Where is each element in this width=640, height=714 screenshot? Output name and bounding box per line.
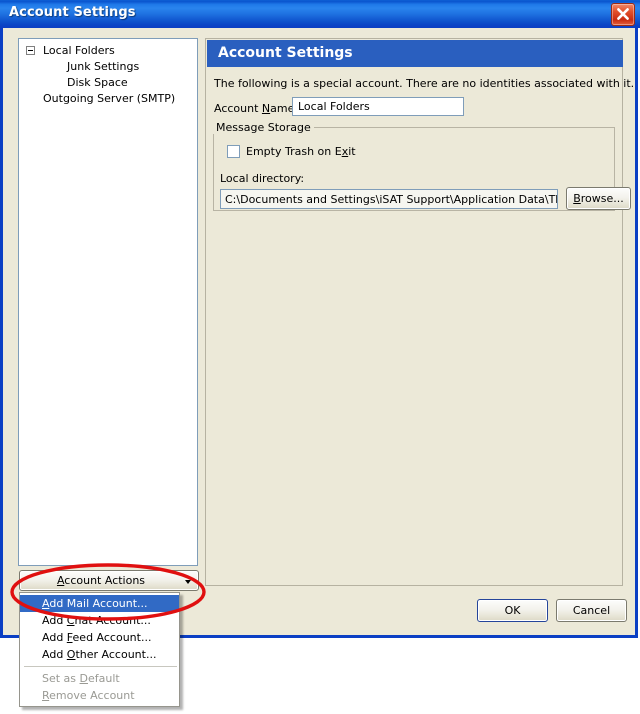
account-tree-list: Local Folders Junk Settings Disk Space O… [19, 39, 197, 107]
window-title: Account Settings [9, 5, 136, 20]
collapse-icon[interactable] [26, 46, 35, 55]
menu-item-add-other-account[interactable]: Add Other Account... [20, 646, 179, 663]
close-button[interactable] [611, 3, 635, 26]
window-titlebar[interactable]: Account Settings [0, 0, 640, 28]
tree-item-label: Junk Settings [67, 60, 140, 73]
accel-char: F [66, 631, 73, 644]
account-tree-panel[interactable]: Local Folders Junk Settings Disk Space O… [18, 38, 198, 566]
tree-item-outgoing-server-smtp[interactable]: Outgoing Server (SMTP) [19, 91, 197, 107]
accel-char: A [56, 574, 65, 587]
accel-char: R [42, 689, 50, 702]
cancel-button[interactable]: Cancel [556, 599, 627, 622]
ok-button[interactable]: OK [477, 599, 548, 622]
message-storage-legend: Message Storage [213, 121, 314, 134]
accel-char: D [79, 672, 89, 685]
tree-item-junk-settings[interactable]: Junk Settings [19, 59, 197, 75]
local-directory-label: Local directory: [220, 172, 305, 185]
close-icon [617, 8, 629, 20]
panel-title: Account Settings [207, 40, 623, 67]
tree-item-label: Local Folders [43, 44, 115, 57]
panel-description: The following is a special account. Ther… [214, 77, 635, 90]
browse-button[interactable]: Browse... [566, 187, 631, 210]
tree-item-label: Disk Space [67, 76, 128, 89]
account-actions-menu[interactable]: Add Mail Account... Add Chat Account... … [19, 592, 180, 707]
accel-char: x [341, 145, 349, 158]
account-settings-dialog: Local Folders Junk Settings Disk Space O… [0, 0, 638, 638]
empty-trash-on-exit-checkbox[interactable] [227, 145, 240, 158]
menu-item-set-as-default: Set as Default [42, 672, 120, 685]
accel-char: N [261, 102, 271, 115]
menu-item-add-mail-account[interactable]: Add Mail Account... [20, 595, 179, 612]
empty-trash-on-exit-label[interactable]: Empty Trash on Exit [246, 145, 356, 158]
chevron-down-icon [185, 580, 191, 584]
menu-item-add-chat-account[interactable]: Add Chat Account... [20, 612, 179, 629]
accel-char: C [66, 614, 75, 627]
menu-item-add-feed-account[interactable]: Add Feed Account... [20, 629, 179, 646]
tree-item-label: Outgoing Server (SMTP) [43, 92, 176, 105]
tree-item-local-folders[interactable]: Local Folders [19, 43, 197, 59]
account-actions-button[interactable]: Account Actions [19, 570, 199, 591]
account-settings-panel: Account Settings The following is a spec… [205, 38, 634, 586]
account-name-label: Account Name: [214, 102, 299, 115]
accel-char: B [573, 192, 581, 205]
tree-item-disk-space[interactable]: Disk Space [19, 75, 197, 91]
menu-separator [24, 666, 177, 667]
local-directory-input[interactable] [220, 189, 558, 209]
accel-char: A [42, 597, 50, 610]
account-name-input[interactable] [292, 97, 464, 116]
accel-char: O [66, 648, 76, 661]
menu-item-remove-account: Remove Account [42, 689, 135, 702]
